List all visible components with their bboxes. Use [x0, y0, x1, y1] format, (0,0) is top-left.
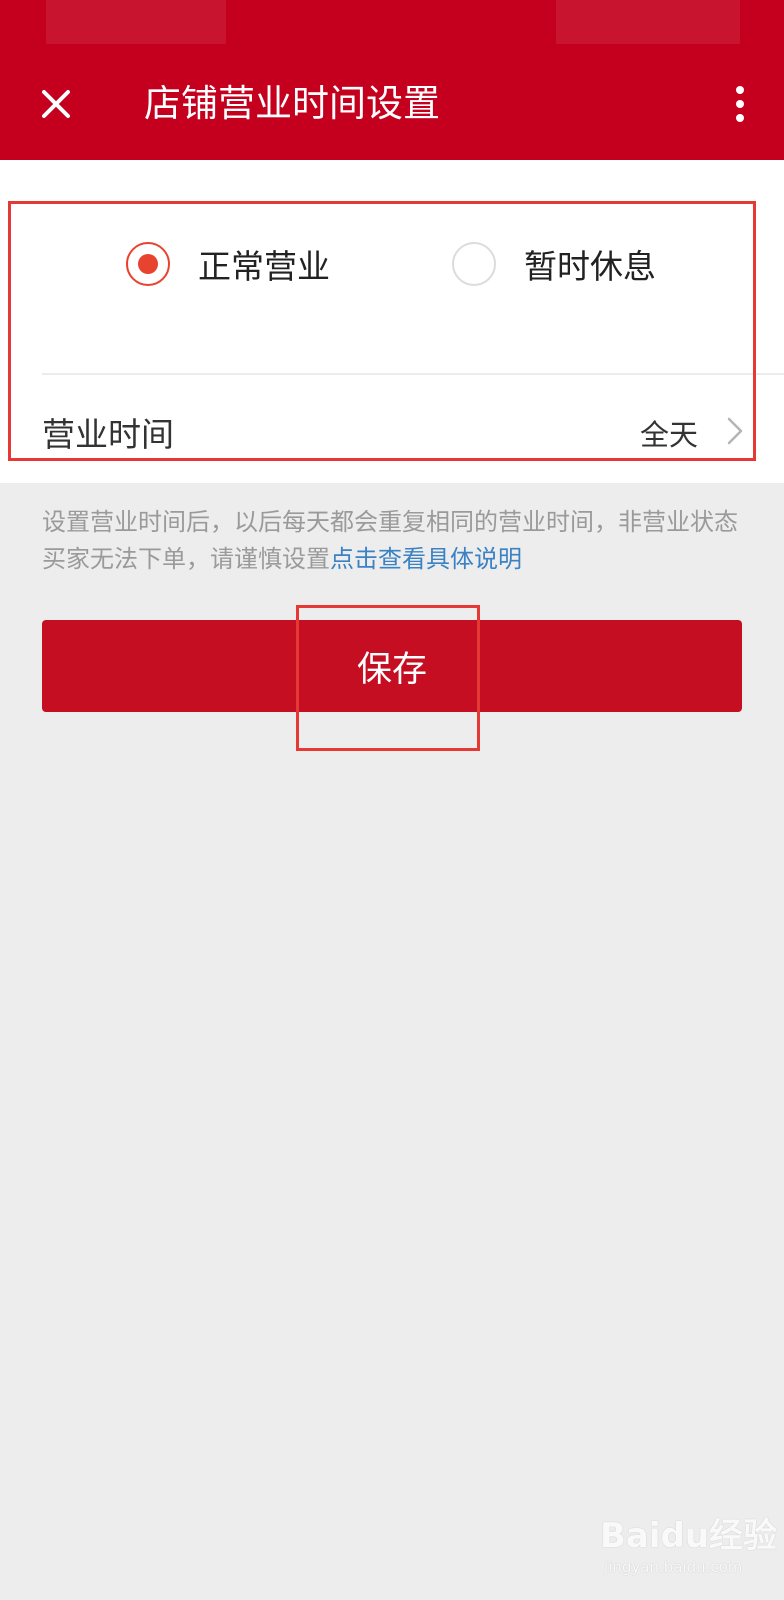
- more-options-button[interactable]: [716, 80, 764, 128]
- business-hours-row[interactable]: 营业时间 全天: [0, 398, 784, 464]
- close-button[interactable]: [32, 80, 80, 128]
- top-app-bar: 店铺营业时间设置: [0, 0, 784, 160]
- page-title: 店铺营业时间设置: [144, 82, 440, 125]
- chevron-right-icon: [727, 417, 743, 445]
- status-bar-blurred-left: [46, 0, 226, 44]
- status-option-open[interactable]: 正常营业: [126, 238, 330, 290]
- radio-unchecked-icon: [452, 242, 496, 286]
- status-option-open-label: 正常营业: [198, 247, 330, 286]
- save-button[interactable]: 保存: [42, 620, 742, 712]
- business-hours-label: 营业时间: [42, 415, 174, 454]
- baidu-jingyan-watermark: Baidu经验 jingyan.baidu.com: [600, 1508, 777, 1588]
- status-bar-blurred-right: [556, 0, 740, 44]
- close-icon: [42, 90, 70, 118]
- notice-details-link[interactable]: 点击查看具体说明: [330, 545, 522, 573]
- status-option-rest-label: 暂时休息: [524, 247, 656, 286]
- radio-checked-icon: [126, 242, 170, 286]
- business-hours-value: 全天: [639, 418, 698, 452]
- more-vertical-icon: [736, 86, 744, 122]
- status-option-rest[interactable]: 暂时休息: [452, 238, 656, 290]
- watermark-main: Baidu经验: [600, 1516, 778, 1556]
- watermark-url: jingyan.baidu.com: [604, 1558, 743, 1576]
- notice-text: 设置营业时间后，以后每天都会重复相同的营业时间，非营业状态买家无法下单，请谨慎设…: [42, 504, 748, 578]
- divider: [42, 373, 784, 375]
